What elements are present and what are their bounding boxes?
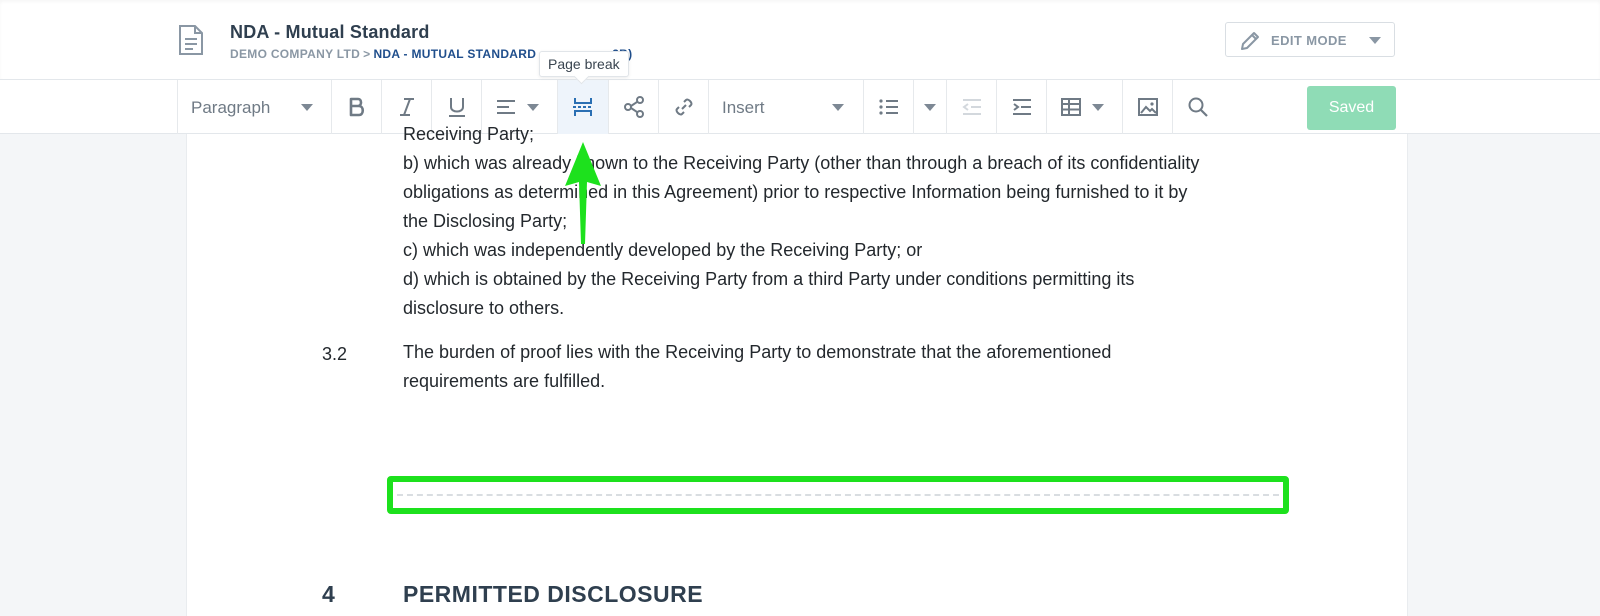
document-line: d) which is obtained by the Receiving Pa… bbox=[403, 269, 1135, 289]
underline-icon bbox=[449, 98, 465, 117]
chevron-down-icon bbox=[832, 104, 844, 111]
italic-icon bbox=[400, 98, 414, 116]
section-number: 4 bbox=[322, 581, 335, 607]
page-break-icon bbox=[573, 98, 593, 116]
image-button[interactable] bbox=[1123, 80, 1173, 134]
saved-button[interactable]: Saved bbox=[1307, 86, 1396, 130]
indent-icon bbox=[1013, 99, 1031, 115]
edit-mode-dropdown[interactable]: EDIT MODE bbox=[1225, 22, 1395, 57]
link-button[interactable] bbox=[659, 80, 709, 134]
list-style-dropdown[interactable] bbox=[914, 80, 947, 134]
chevron-down-icon bbox=[924, 104, 936, 111]
search-icon bbox=[1188, 97, 1208, 117]
insert-dropdown[interactable]: Insert bbox=[709, 80, 864, 134]
document-line: the Disclosing Party; bbox=[403, 211, 568, 231]
search-button[interactable] bbox=[1173, 80, 1223, 134]
chevron-down-icon bbox=[527, 104, 539, 111]
document-line: c) which was independently developed by … bbox=[403, 240, 923, 260]
clause-line: The burden of proof lies with the Receiv… bbox=[403, 342, 1112, 362]
document-icon bbox=[179, 25, 203, 55]
chevron-down-icon bbox=[1369, 37, 1381, 44]
insert-label: Insert bbox=[722, 98, 765, 117]
page-break-highlight bbox=[387, 476, 1289, 514]
align-left-icon bbox=[497, 100, 515, 114]
image-icon bbox=[1138, 98, 1158, 116]
page-break-button[interactable] bbox=[558, 80, 609, 134]
bold-button[interactable] bbox=[332, 80, 382, 134]
table-dropdown[interactable] bbox=[1047, 80, 1123, 134]
clause-line: requirements are fulfilled. bbox=[403, 371, 606, 391]
bullet-list-icon bbox=[879, 99, 898, 115]
arrow-up-icon bbox=[565, 142, 601, 244]
document-line: obligations as determined in this Agreem… bbox=[403, 182, 1188, 202]
paragraph-style-value: Paragraph bbox=[191, 98, 271, 117]
outdent-button[interactable] bbox=[947, 80, 997, 134]
bold-icon bbox=[349, 97, 365, 117]
link-icon bbox=[675, 98, 693, 116]
page-break-tooltip: Page break bbox=[539, 51, 629, 77]
breadcrumb-company[interactable]: DEMO COMPANY LTD bbox=[230, 47, 360, 61]
chevron-down-icon bbox=[1092, 104, 1104, 111]
paragraph-style-select[interactable]: Paragraph bbox=[177, 80, 332, 134]
indent-button[interactable] bbox=[997, 80, 1047, 134]
document-header: NDA - Mutual Standard DEMO COMPANY LTD > N… bbox=[0, 0, 1600, 80]
section-heading: PERMITTED DISCLOSURE bbox=[403, 581, 704, 607]
share-icon bbox=[624, 96, 644, 118]
share-button[interactable] bbox=[609, 80, 659, 134]
bullet-list-button[interactable] bbox=[864, 80, 914, 134]
document-line: b) which was already known to the Receiv… bbox=[403, 153, 1200, 173]
table-icon bbox=[1061, 98, 1081, 116]
document-line: disclosure to others. bbox=[403, 298, 565, 318]
pencil-icon bbox=[1241, 32, 1259, 50]
edit-mode-label: EDIT MODE bbox=[1271, 33, 1347, 48]
breadcrumb-document[interactable]: NDA - MUTUAL STANDARD bbox=[373, 47, 536, 61]
breadcrumb-separator: > bbox=[363, 47, 371, 61]
clause-number: 3.2 bbox=[322, 344, 348, 364]
document-title: NDA - Mutual Standard bbox=[230, 22, 430, 42]
document-line: Receiving Party; bbox=[403, 124, 535, 144]
chevron-down-icon bbox=[301, 104, 313, 111]
outdent-icon bbox=[962, 99, 981, 115]
